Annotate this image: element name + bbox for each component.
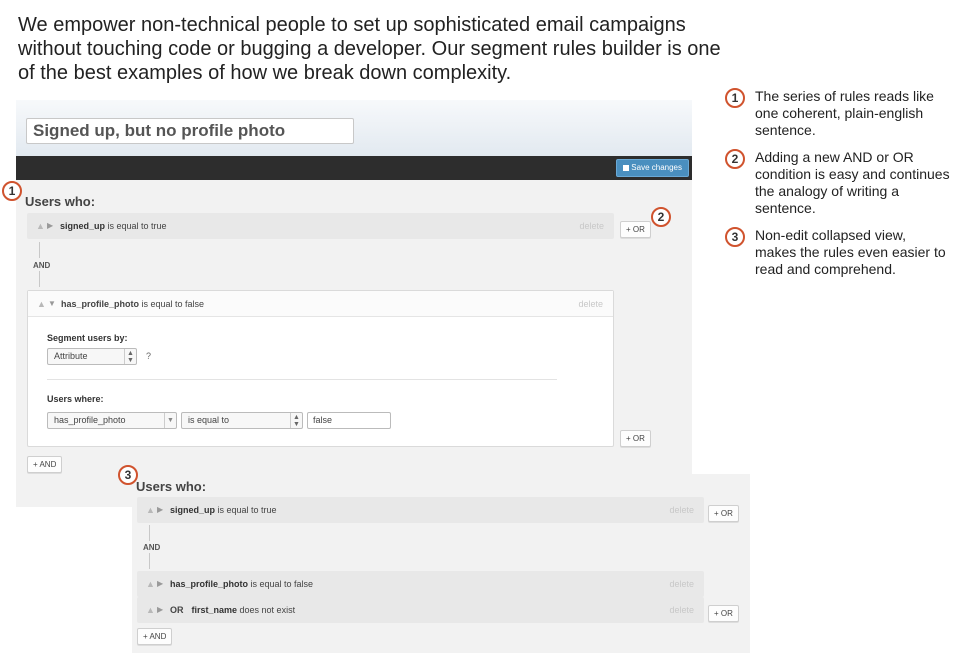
caret-right-icon[interactable]: ▶ — [157, 497, 163, 523]
rule-condition: does not exist — [237, 605, 296, 615]
marker-badge-3: 3 — [118, 465, 138, 485]
add-or-button[interactable]: + OR — [708, 605, 739, 622]
rule-condition: is equal to false — [248, 579, 314, 589]
connector-line — [149, 525, 150, 541]
rule-condition: is equal to true — [215, 505, 277, 515]
help-icon[interactable]: ? — [146, 351, 151, 361]
marker-badge-2: 2 — [651, 207, 671, 227]
editor-header: Signed up, but no profile photo — [16, 100, 692, 156]
users-who-heading: Users who: — [25, 194, 96, 209]
connector-line — [39, 271, 40, 287]
note-1: 1 The series of rules reads like one coh… — [724, 88, 950, 139]
chevron-down-icon: ▼ — [164, 413, 176, 428]
connector-line — [149, 553, 150, 569]
delete-link[interactable]: delete — [669, 597, 694, 623]
rule-field: signed_up — [170, 505, 216, 515]
caret-down-icon[interactable]: ▼ — [48, 291, 56, 317]
marker-badge: 1 — [725, 88, 745, 108]
select-value: is equal to — [188, 415, 230, 425]
save-changes-button[interactable]: Save changes — [616, 159, 689, 177]
toolbar: Save changes — [16, 156, 692, 180]
caret-right-icon[interactable]: ▶ — [157, 571, 163, 597]
connector-line — [39, 242, 40, 258]
add-or-button[interactable]: + OR — [620, 221, 651, 238]
and-label: AND — [33, 261, 51, 270]
and-label: AND — [143, 543, 161, 552]
marker-badge-1: 1 — [2, 181, 22, 201]
add-or-button[interactable]: + OR — [620, 430, 651, 447]
rule-field: has_profile_photo — [61, 299, 140, 309]
updown-caret-icon: ▲ ▼ — [290, 413, 302, 428]
value-input[interactable]: false — [307, 412, 391, 429]
person-icon: ▲ — [146, 505, 155, 515]
operator-select[interactable]: is equal to ▲ ▼ — [181, 412, 303, 429]
annotation-notes: 1 The series of rules reads like one coh… — [724, 88, 950, 288]
segment-collapsed-view: Users who: ▲ ▶ signed_up is equal to tru… — [132, 474, 750, 653]
person-icon: ▲ — [36, 221, 45, 231]
add-and-button[interactable]: + AND — [27, 456, 63, 473]
person-icon: ▲ — [146, 605, 155, 615]
segment-by-select[interactable]: Attribute ▲ ▼ — [47, 348, 137, 365]
users-who-heading: Users who: — [136, 479, 207, 494]
select-value: Attribute — [54, 351, 88, 361]
marker-badge: 2 — [725, 149, 745, 169]
person-icon: ▲ — [146, 579, 155, 589]
rule-field: signed_up — [60, 221, 106, 231]
rule-row-signed-up[interactable]: ▲ ▶ signed_up is equal to true delete — [137, 497, 704, 523]
divider — [47, 379, 557, 380]
rule-condition: is equal to false — [139, 299, 205, 309]
segment-name-input[interactable]: Signed up, but no profile photo — [26, 118, 354, 144]
note-text: Non-edit collapsed view, makes the rules… — [755, 227, 946, 277]
attribute-select[interactable]: has_profile_photo ▼ — [47, 412, 177, 429]
note-3: 3 Non-edit collapsed view, makes the rul… — [724, 227, 950, 278]
delete-link[interactable]: delete — [669, 497, 694, 523]
caret-right-icon[interactable]: ▶ — [157, 597, 163, 623]
segment-editor: Signed up, but no profile photo Save cha… — [16, 100, 692, 507]
rule-field: first_name — [191, 605, 238, 615]
disk-icon — [623, 165, 630, 171]
rule-row-first-name[interactable]: ▲ ▶ OR first_name does not exist delete — [137, 597, 704, 623]
or-tag: OR — [170, 605, 184, 615]
updown-caret-icon: ▲ ▼ — [124, 349, 136, 364]
segment-by-label: Segment users by: — [47, 333, 128, 343]
rule-row-has-profile-photo[interactable]: ▲ ▼ has_profile_photo is equal to false … — [28, 291, 613, 317]
delete-link[interactable]: delete — [578, 291, 603, 317]
delete-link[interactable]: delete — [669, 571, 694, 597]
note-2: 2 Adding a new AND or OR condition is ea… — [724, 149, 950, 217]
rule-condition: is equal to true — [105, 221, 167, 231]
delete-link[interactable]: delete — [579, 213, 604, 239]
add-or-button[interactable]: + OR — [708, 505, 739, 522]
note-text: Adding a new AND or OR condition is easy… — [755, 149, 950, 216]
users-where-label: Users where: — [47, 394, 104, 404]
caret-right-icon[interactable]: ▶ — [47, 213, 53, 239]
rule-field: has_profile_photo — [170, 579, 249, 589]
rule-row-signed-up[interactable]: ▲ ▶ signed_up is equal to true delete — [27, 213, 614, 239]
rule-edit-box: ▲ ▼ has_profile_photo is equal to false … — [27, 290, 614, 447]
select-value: has_profile_photo — [54, 415, 126, 425]
person-icon: ▲ — [37, 299, 46, 309]
save-label: Save changes — [631, 163, 682, 172]
intro-text: We empower non-technical people to set u… — [18, 14, 721, 84]
marker-badge: 3 — [725, 227, 745, 247]
rule-row-has-profile-photo[interactable]: ▲ ▶ has_profile_photo is equal to false … — [137, 571, 704, 597]
add-and-button[interactable]: + AND — [137, 628, 173, 645]
note-text: The series of rules reads like one coher… — [755, 88, 934, 138]
